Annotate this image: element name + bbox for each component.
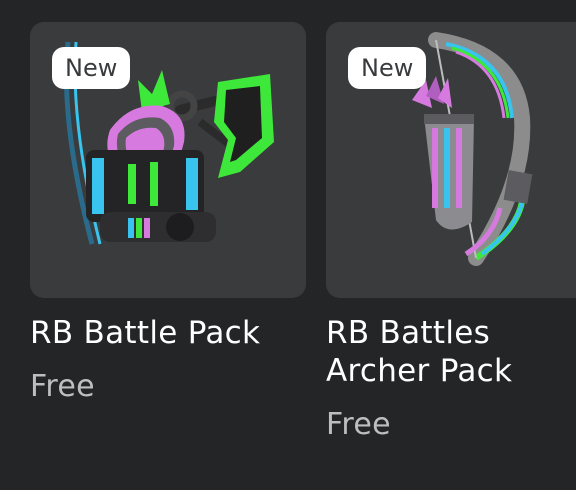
item-grid: New RB Battle Pack Free New RB Battles A…	[0, 0, 576, 490]
item-card-archer-pack[interactable]: New RB Battles Archer Pack Free	[326, 22, 576, 444]
item-thumbnail[interactable]: New	[30, 22, 306, 298]
item-price: Free	[30, 369, 95, 404]
item-name[interactable]: RB Battle Pack	[30, 314, 290, 352]
item-card-battle-pack[interactable]: New RB Battle Pack Free	[30, 22, 306, 406]
item-price: Free	[326, 407, 391, 442]
new-badge: New	[52, 47, 131, 89]
item-thumbnail[interactable]: New	[326, 22, 576, 298]
item-name[interactable]: RB Battles Archer Pack	[326, 314, 576, 390]
new-badge: New	[348, 47, 427, 89]
